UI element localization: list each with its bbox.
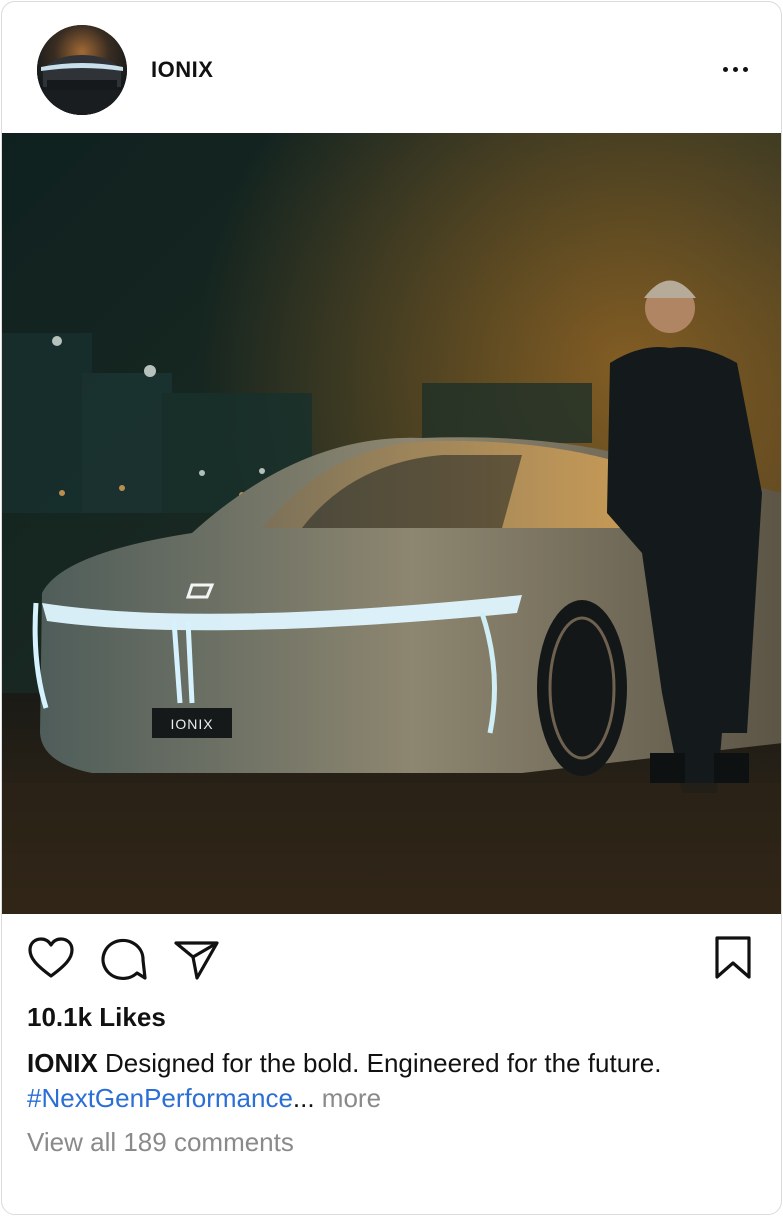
post-image[interactable]: IONIX	[2, 133, 781, 914]
car-license-plate: IONIX	[170, 716, 213, 732]
save-button[interactable]	[708, 932, 758, 982]
dot-icon	[722, 66, 728, 72]
like-button[interactable]	[26, 934, 76, 984]
caption-text: Designed for the bold. Engineered for th…	[97, 1048, 662, 1078]
avatar[interactable]	[37, 25, 127, 115]
dot-icon	[732, 66, 738, 72]
comment-button[interactable]	[99, 934, 149, 984]
share-button[interactable]	[171, 934, 221, 984]
post-header: IONIX	[2, 2, 781, 133]
dot-icon	[742, 66, 748, 72]
comment-bubble-icon	[101, 938, 147, 981]
heart-icon	[28, 937, 74, 978]
post-card: IONIX IONIX 10.1k Likes IONIX Designed f…	[1, 1, 782, 1215]
post-username[interactable]: IONIX	[151, 57, 213, 83]
likes-count[interactable]: 10.1k Likes	[27, 1002, 166, 1033]
hashtag-link[interactable]: #NextGenPerformance	[27, 1083, 293, 1113]
car-night-photo: IONIX	[2, 133, 781, 914]
post-caption: IONIX Designed for the bold. Engineered …	[27, 1046, 727, 1116]
more-options-button[interactable]	[714, 54, 756, 84]
caption-ellipsis: ...	[292, 1083, 315, 1113]
paper-plane-icon	[174, 941, 219, 980]
caption-username[interactable]: IONIX	[27, 1048, 98, 1078]
avatar-car-image	[37, 25, 127, 115]
bookmark-icon	[715, 936, 751, 979]
post-actions	[2, 914, 781, 1004]
view-comments-link[interactable]: View all 189 comments	[27, 1127, 294, 1158]
more-link[interactable]: more	[315, 1083, 381, 1113]
